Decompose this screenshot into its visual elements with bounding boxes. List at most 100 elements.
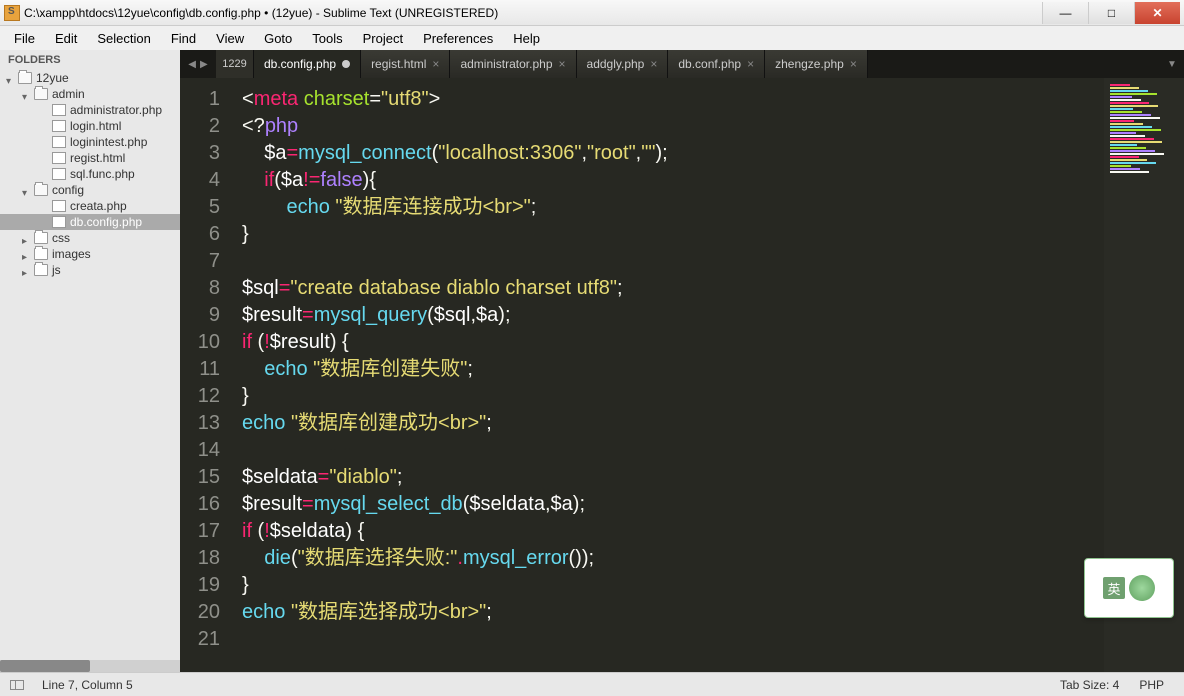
chevron-down-icon[interactable] [22, 89, 32, 99]
status-panel-icon[interactable] [10, 680, 24, 690]
titlebar: C:\xampp\htdocs\12yue\config\db.config.p… [0, 0, 1184, 26]
file-administrator-php[interactable]: administrator.php [0, 102, 180, 118]
tree-item-label: db.config.php [70, 215, 142, 229]
file-icon [52, 104, 66, 116]
menu-find[interactable]: Find [161, 29, 206, 48]
tab-administrator-php[interactable]: administrator.php × [450, 50, 576, 78]
file-icon [52, 120, 66, 132]
file-regist-html[interactable]: regist.html [0, 150, 180, 166]
folder-admin[interactable]: admin [0, 86, 180, 102]
sidebar-scrollbar[interactable] [0, 660, 180, 672]
code-editor[interactable]: <meta charset="utf8"><?php $a=mysql_conn… [230, 78, 1104, 672]
menu-help[interactable]: Help [503, 29, 550, 48]
tab-regist-html[interactable]: regist.html × [361, 50, 450, 78]
tab-close-icon[interactable]: × [559, 57, 566, 71]
tab-label: administrator.php [460, 57, 552, 71]
file-sql-func-php[interactable]: sql.func.php [0, 166, 180, 182]
ime-leaf-icon [1129, 575, 1155, 601]
tab-label: zhengze.php [775, 57, 844, 71]
file-creata-php[interactable]: creata.php [0, 198, 180, 214]
tab-addgly-php[interactable]: addgly.php × [577, 50, 669, 78]
tab-overflow[interactable]: 1229 [216, 50, 254, 78]
menubar: FileEditSelectionFindViewGotoToolsProjec… [0, 26, 1184, 50]
tab-label: addgly.php [587, 57, 645, 71]
tree-item-label: creata.php [70, 199, 127, 213]
tab-zhengze-php[interactable]: zhengze.php × [765, 50, 868, 78]
tab-nav: ◀ ▶ [180, 50, 216, 78]
main-area: FOLDERS 12yueadmin administrator.php login… [0, 50, 1184, 672]
folder-icon [34, 248, 48, 260]
menu-selection[interactable]: Selection [87, 29, 160, 48]
menu-file[interactable]: File [4, 29, 45, 48]
tab-prev-icon[interactable]: ◀ [188, 59, 196, 70]
menu-view[interactable]: View [206, 29, 254, 48]
tab-close-icon[interactable]: × [850, 57, 857, 71]
sidebar: FOLDERS 12yueadmin administrator.php login… [0, 50, 180, 672]
minimize-button[interactable]: — [1042, 2, 1088, 24]
tab-db-config-php[interactable]: db.config.php [254, 50, 361, 78]
file-icon [52, 152, 66, 164]
menu-edit[interactable]: Edit [45, 29, 87, 48]
chevron-right-icon[interactable] [22, 233, 32, 243]
tree-spacer [40, 201, 50, 211]
tree-item-label: administrator.php [70, 103, 162, 117]
folder-icon [34, 264, 48, 276]
tree-item-label: images [52, 247, 91, 261]
tab-db-conf-php[interactable]: db.conf.php × [668, 50, 765, 78]
menu-goto[interactable]: Goto [254, 29, 302, 48]
folder-config[interactable]: config [0, 182, 180, 198]
tree-item-label: js [52, 263, 61, 277]
sidebar-header: FOLDERS [0, 50, 180, 70]
file-db-config-php[interactable]: db.config.php [0, 214, 180, 230]
chevron-right-icon[interactable] [22, 265, 32, 275]
tree-spacer [40, 153, 50, 163]
tab-close-icon[interactable]: × [747, 57, 754, 71]
tabstrip: ◀ ▶ 1229 db.config.phpregist.html×admini… [180, 50, 1184, 78]
editor-area: ◀ ▶ 1229 db.config.phpregist.html×admini… [180, 50, 1184, 672]
file-login-html[interactable]: login.html [0, 118, 180, 134]
folder-js[interactable]: js [0, 262, 180, 278]
tab-close-icon[interactable]: × [650, 57, 657, 71]
tree-item-label: config [52, 183, 84, 197]
tab-label: db.conf.php [678, 57, 741, 71]
folder-icon [34, 184, 48, 196]
file-loginintest-php[interactable]: loginintest.php [0, 134, 180, 150]
syntax-mode[interactable]: PHP [1129, 678, 1174, 692]
ime-widget[interactable]: 英 [1084, 558, 1174, 618]
tab-label: db.config.php [264, 57, 336, 71]
menu-project[interactable]: Project [353, 29, 413, 48]
folder-images[interactable]: images [0, 246, 180, 262]
chevron-down-icon[interactable] [22, 185, 32, 195]
window-title: C:\xampp\htdocs\12yue\config\db.config.p… [24, 6, 498, 20]
tree-item-label: sql.func.php [70, 167, 135, 181]
maximize-button[interactable]: □ [1088, 2, 1134, 24]
menu-tools[interactable]: Tools [302, 29, 352, 48]
cursor-position[interactable]: Line 7, Column 5 [32, 678, 143, 692]
app-icon [4, 5, 20, 21]
file-icon [52, 168, 66, 180]
folder-12yue[interactable]: 12yue [0, 70, 180, 86]
tab-dropdown-icon[interactable]: ▼ [1160, 50, 1184, 78]
tree-spacer [40, 169, 50, 179]
close-button[interactable]: ✕ [1134, 2, 1180, 24]
tree-item-label: loginintest.php [70, 135, 147, 149]
tree-item-label: regist.html [70, 151, 125, 165]
file-icon [52, 136, 66, 148]
tab-label: regist.html [371, 57, 426, 71]
ime-char: 英 [1103, 577, 1125, 599]
tab-close-icon[interactable]: × [432, 57, 439, 71]
tree-spacer [40, 137, 50, 147]
folder-tree[interactable]: 12yueadmin administrator.php login.html log… [0, 70, 180, 660]
tab-next-icon[interactable]: ▶ [200, 59, 208, 70]
folder-css[interactable]: css [0, 230, 180, 246]
file-icon [52, 216, 66, 228]
code-area: 123456789101112131415161718192021 <meta … [180, 78, 1184, 672]
sidebar-scrollbar-thumb[interactable] [0, 660, 90, 672]
folder-icon [18, 72, 32, 84]
menu-preferences[interactable]: Preferences [413, 29, 503, 48]
chevron-down-icon[interactable] [6, 73, 16, 83]
chevron-right-icon[interactable] [22, 249, 32, 259]
tree-item-label: login.html [70, 119, 121, 133]
tab-size[interactable]: Tab Size: 4 [1050, 678, 1129, 692]
tree-item-label: admin [52, 87, 85, 101]
